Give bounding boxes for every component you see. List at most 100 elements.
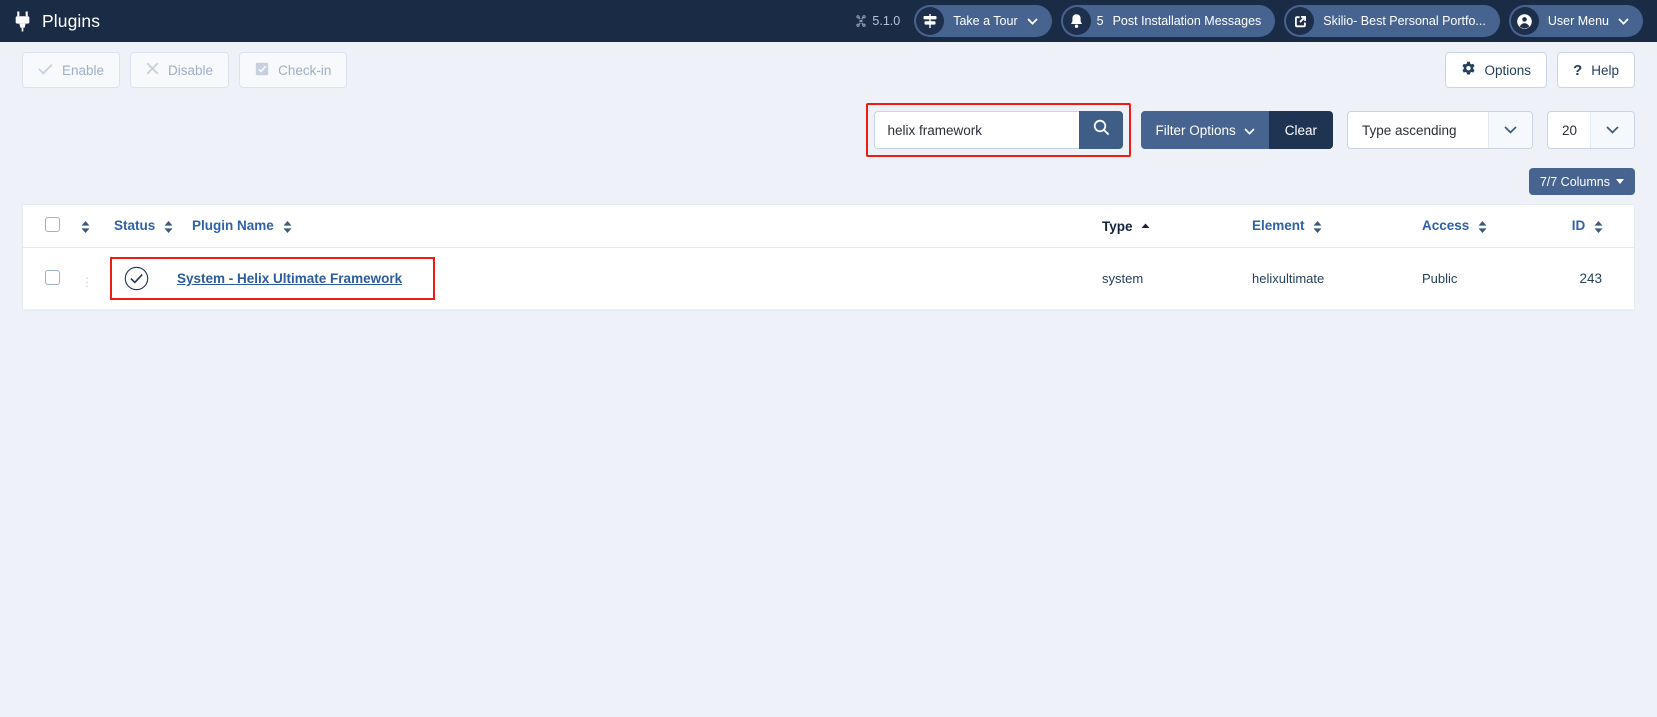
table-header-row: Status Plugin Name [23, 205, 1634, 248]
help-button[interactable]: ? Help [1557, 52, 1635, 88]
row-drag-cell: ... [68, 248, 106, 310]
external-link-icon [1286, 7, 1314, 35]
clear-label: Clear [1285, 123, 1317, 138]
status-header-label: Status [114, 218, 155, 233]
chevron-down-icon [1244, 123, 1255, 138]
user-menu-label: User Menu [1548, 15, 1609, 28]
select-all-checkbox[interactable] [45, 217, 60, 232]
chevron-down-icon [1488, 112, 1532, 148]
columns-label: 7/7 Columns [1540, 175, 1610, 189]
row-id-cell: 243 [1544, 248, 1634, 310]
caret-down-icon [1616, 179, 1624, 184]
element-header-label: Element [1252, 218, 1305, 233]
sort-icon [1312, 220, 1323, 234]
type-header-label: Type [1102, 219, 1133, 234]
plugin-name-highlight-box: System - Helix Ultimate Framework [110, 257, 435, 300]
close-icon [146, 62, 159, 78]
check-in-label: Check-in [278, 63, 331, 78]
version-label: 5.1.0 [872, 14, 900, 28]
plugin-name-header[interactable]: Plugin Name [184, 205, 1094, 248]
sort-icon [163, 220, 174, 234]
toolbar-right-group: Options ? Help [1435, 52, 1635, 88]
chevron-down-icon [1618, 14, 1629, 28]
sort-icon [1593, 220, 1604, 234]
plugin-name-link[interactable]: System - Helix Ultimate Framework [177, 271, 402, 286]
row-type-cell: system [1094, 248, 1244, 310]
circle-check-icon[interactable] [124, 266, 149, 291]
plugins-table: Status Plugin Name [23, 205, 1634, 310]
disable-label: Disable [168, 63, 213, 78]
header-actions: 5.1.0 Take a Tour 5 [855, 5, 1643, 37]
search-button[interactable] [1079, 111, 1123, 149]
sort-asc-icon [1140, 222, 1151, 231]
checkbox-icon [255, 62, 269, 79]
bell-icon [1063, 7, 1091, 35]
signpost-icon [916, 7, 944, 35]
status-header[interactable]: Status [106, 205, 184, 248]
row-element-cell: helixultimate [1244, 248, 1414, 310]
take-a-tour-label: Take a Tour [953, 15, 1017, 28]
search-input[interactable] [874, 111, 1079, 149]
type-header[interactable]: Type [1094, 205, 1244, 248]
post-installation-messages-label: Post Installation Messages [1113, 15, 1262, 28]
list-limit-value: 20 [1548, 123, 1590, 138]
table-head: Status Plugin Name [23, 205, 1634, 248]
table-body: ... System - Helix Ultimate Framewor [23, 248, 1634, 310]
search-highlight-box [866, 103, 1131, 157]
site-preview-button[interactable]: Skilio- Best Personal Portfo... [1284, 5, 1500, 37]
filter-bar: Filter Options Clear Type ascending 20 [22, 98, 1635, 157]
row-status-name-cell: System - Helix Ultimate Framework [106, 248, 1094, 310]
chevron-down-icon [1590, 112, 1634, 148]
filter-options-button[interactable]: Filter Options [1141, 111, 1268, 149]
options-label: Options [1485, 63, 1532, 78]
help-label: Help [1591, 63, 1619, 78]
access-header[interactable]: Access [1414, 205, 1544, 248]
id-header-label: ID [1572, 218, 1586, 233]
search-group [874, 111, 1123, 149]
ordering-select[interactable]: Type ascending [1347, 111, 1533, 149]
brand: Plugins [14, 11, 100, 32]
columns-row: 7/7 Columns [22, 157, 1635, 195]
plugin-name-header-label: Plugin Name [192, 218, 274, 233]
joomla-version: 5.1.0 [855, 14, 900, 28]
main-content: Filter Options Clear Type ascending 20 7… [0, 98, 1657, 311]
site-preview-label: Skilio- Best Personal Portfo... [1323, 15, 1486, 28]
take-a-tour-button[interactable]: Take a Tour [914, 5, 1051, 37]
ordering-value: Type ascending [1348, 123, 1488, 138]
row-id-value: 243 [1579, 271, 1602, 286]
joomla-logo-icon [855, 15, 867, 27]
row-access-cell: Public [1414, 248, 1544, 310]
id-header[interactable]: ID [1544, 205, 1634, 248]
disable-button[interactable]: Disable [130, 52, 229, 88]
drag-handle-icon[interactable]: ... [76, 273, 98, 285]
ordering-header[interactable] [68, 205, 106, 248]
sort-icon [80, 220, 91, 234]
page-title: Plugins [42, 11, 100, 32]
columns-toggle-button[interactable]: 7/7 Columns [1529, 168, 1635, 195]
element-header[interactable]: Element [1244, 205, 1414, 248]
enable-label: Enable [62, 63, 104, 78]
options-button[interactable]: Options [1445, 52, 1548, 88]
post-installation-messages-button[interactable]: 5 Post Installation Messages [1061, 5, 1276, 37]
message-count: 5 [1097, 14, 1104, 28]
clear-button[interactable]: Clear [1269, 111, 1333, 149]
select-all-header [23, 205, 68, 248]
action-toolbar: Enable Disable Check-in Options [0, 42, 1657, 98]
check-icon [38, 63, 53, 78]
admin-header: Plugins 5.1.0 [0, 0, 1657, 42]
row-select-cell [23, 248, 68, 310]
user-menu-button[interactable]: User Menu [1509, 5, 1643, 37]
sort-icon [282, 220, 293, 234]
table-row: ... System - Helix Ultimate Framewor [23, 248, 1634, 310]
plug-icon [14, 11, 31, 32]
list-limit-select[interactable]: 20 [1547, 111, 1635, 149]
check-in-button[interactable]: Check-in [239, 52, 347, 88]
enable-button[interactable]: Enable [22, 52, 120, 88]
user-circle-icon [1511, 7, 1539, 35]
filter-options-label: Filter Options [1155, 123, 1235, 138]
sort-icon [1477, 220, 1488, 234]
row-checkbox[interactable] [45, 270, 60, 285]
question-icon: ? [1573, 62, 1582, 79]
search-icon [1093, 119, 1110, 141]
access-header-label: Access [1422, 218, 1469, 233]
